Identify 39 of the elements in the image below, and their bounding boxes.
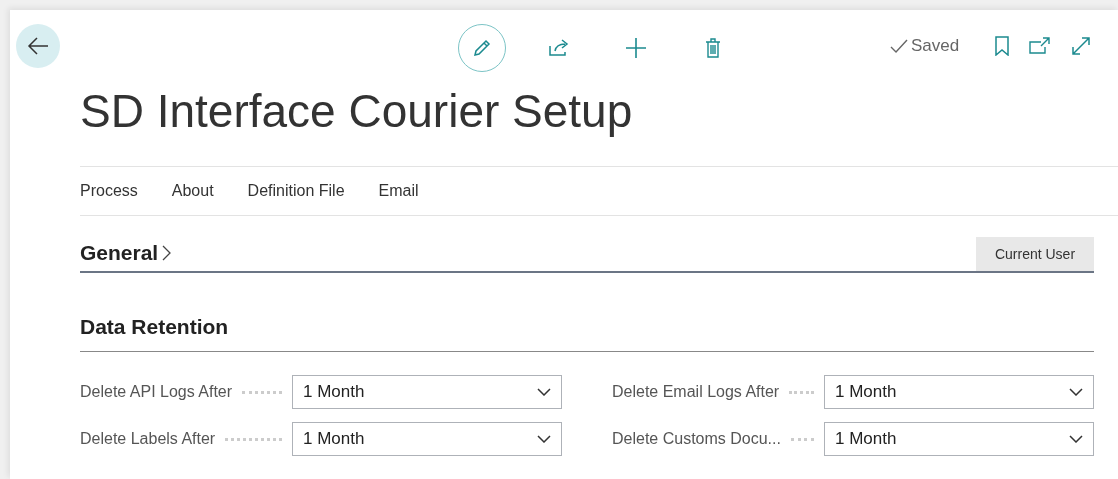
field-label: Delete Customs Docu... xyxy=(612,430,781,448)
trash-icon xyxy=(705,38,721,58)
pencil-icon xyxy=(472,38,492,58)
dropdown-field[interactable]: 1 Month xyxy=(824,422,1094,456)
page-title: SD Interface Courier Setup xyxy=(80,86,634,139)
action-menu[interactable]: About xyxy=(171,182,214,200)
action-menu[interactable]: Definition File xyxy=(247,182,345,200)
action-menu[interactable]: Email xyxy=(378,182,419,200)
field-label: Delete Email Logs After xyxy=(612,383,780,401)
section-title[interactable]: Data Retention xyxy=(80,315,229,339)
bookmark-icon xyxy=(995,36,1010,56)
chevron-down-icon xyxy=(1069,435,1083,443)
saved-status: Saved xyxy=(911,36,960,56)
plus-icon xyxy=(625,37,647,59)
expand-icon xyxy=(1071,36,1092,56)
pop-out-icon xyxy=(1029,37,1052,55)
back-arrow-icon xyxy=(27,36,49,56)
field-label: Delete API Logs After xyxy=(80,383,233,401)
leader-dots xyxy=(790,437,814,441)
check-icon xyxy=(890,39,908,53)
dropdown-field[interactable]: 1 Month xyxy=(292,422,562,456)
chevron-down-icon xyxy=(1069,388,1083,396)
dropdown-field[interactable]: 1 Month xyxy=(824,375,1094,409)
chevron-right-icon[interactable] xyxy=(162,245,172,261)
chevron-down-icon xyxy=(537,388,551,396)
expand-button[interactable] xyxy=(1071,36,1092,56)
back-button[interactable] xyxy=(16,24,60,68)
leader-dots xyxy=(225,437,282,441)
dropdown-field[interactable]: 1 Month xyxy=(292,375,562,409)
section-title[interactable]: General xyxy=(80,241,159,265)
chevron-down-icon xyxy=(537,435,551,443)
action-menu[interactable]: Process xyxy=(80,182,138,200)
current-user-button[interactable]: Current User xyxy=(976,237,1094,271)
leader-dots xyxy=(789,390,814,394)
share-icon xyxy=(548,38,570,58)
open-new-window-button[interactable] xyxy=(1029,37,1052,55)
bookmark-button[interactable] xyxy=(995,36,1010,56)
leader-dots xyxy=(242,390,282,394)
field-label: Delete Labels After xyxy=(80,430,216,448)
